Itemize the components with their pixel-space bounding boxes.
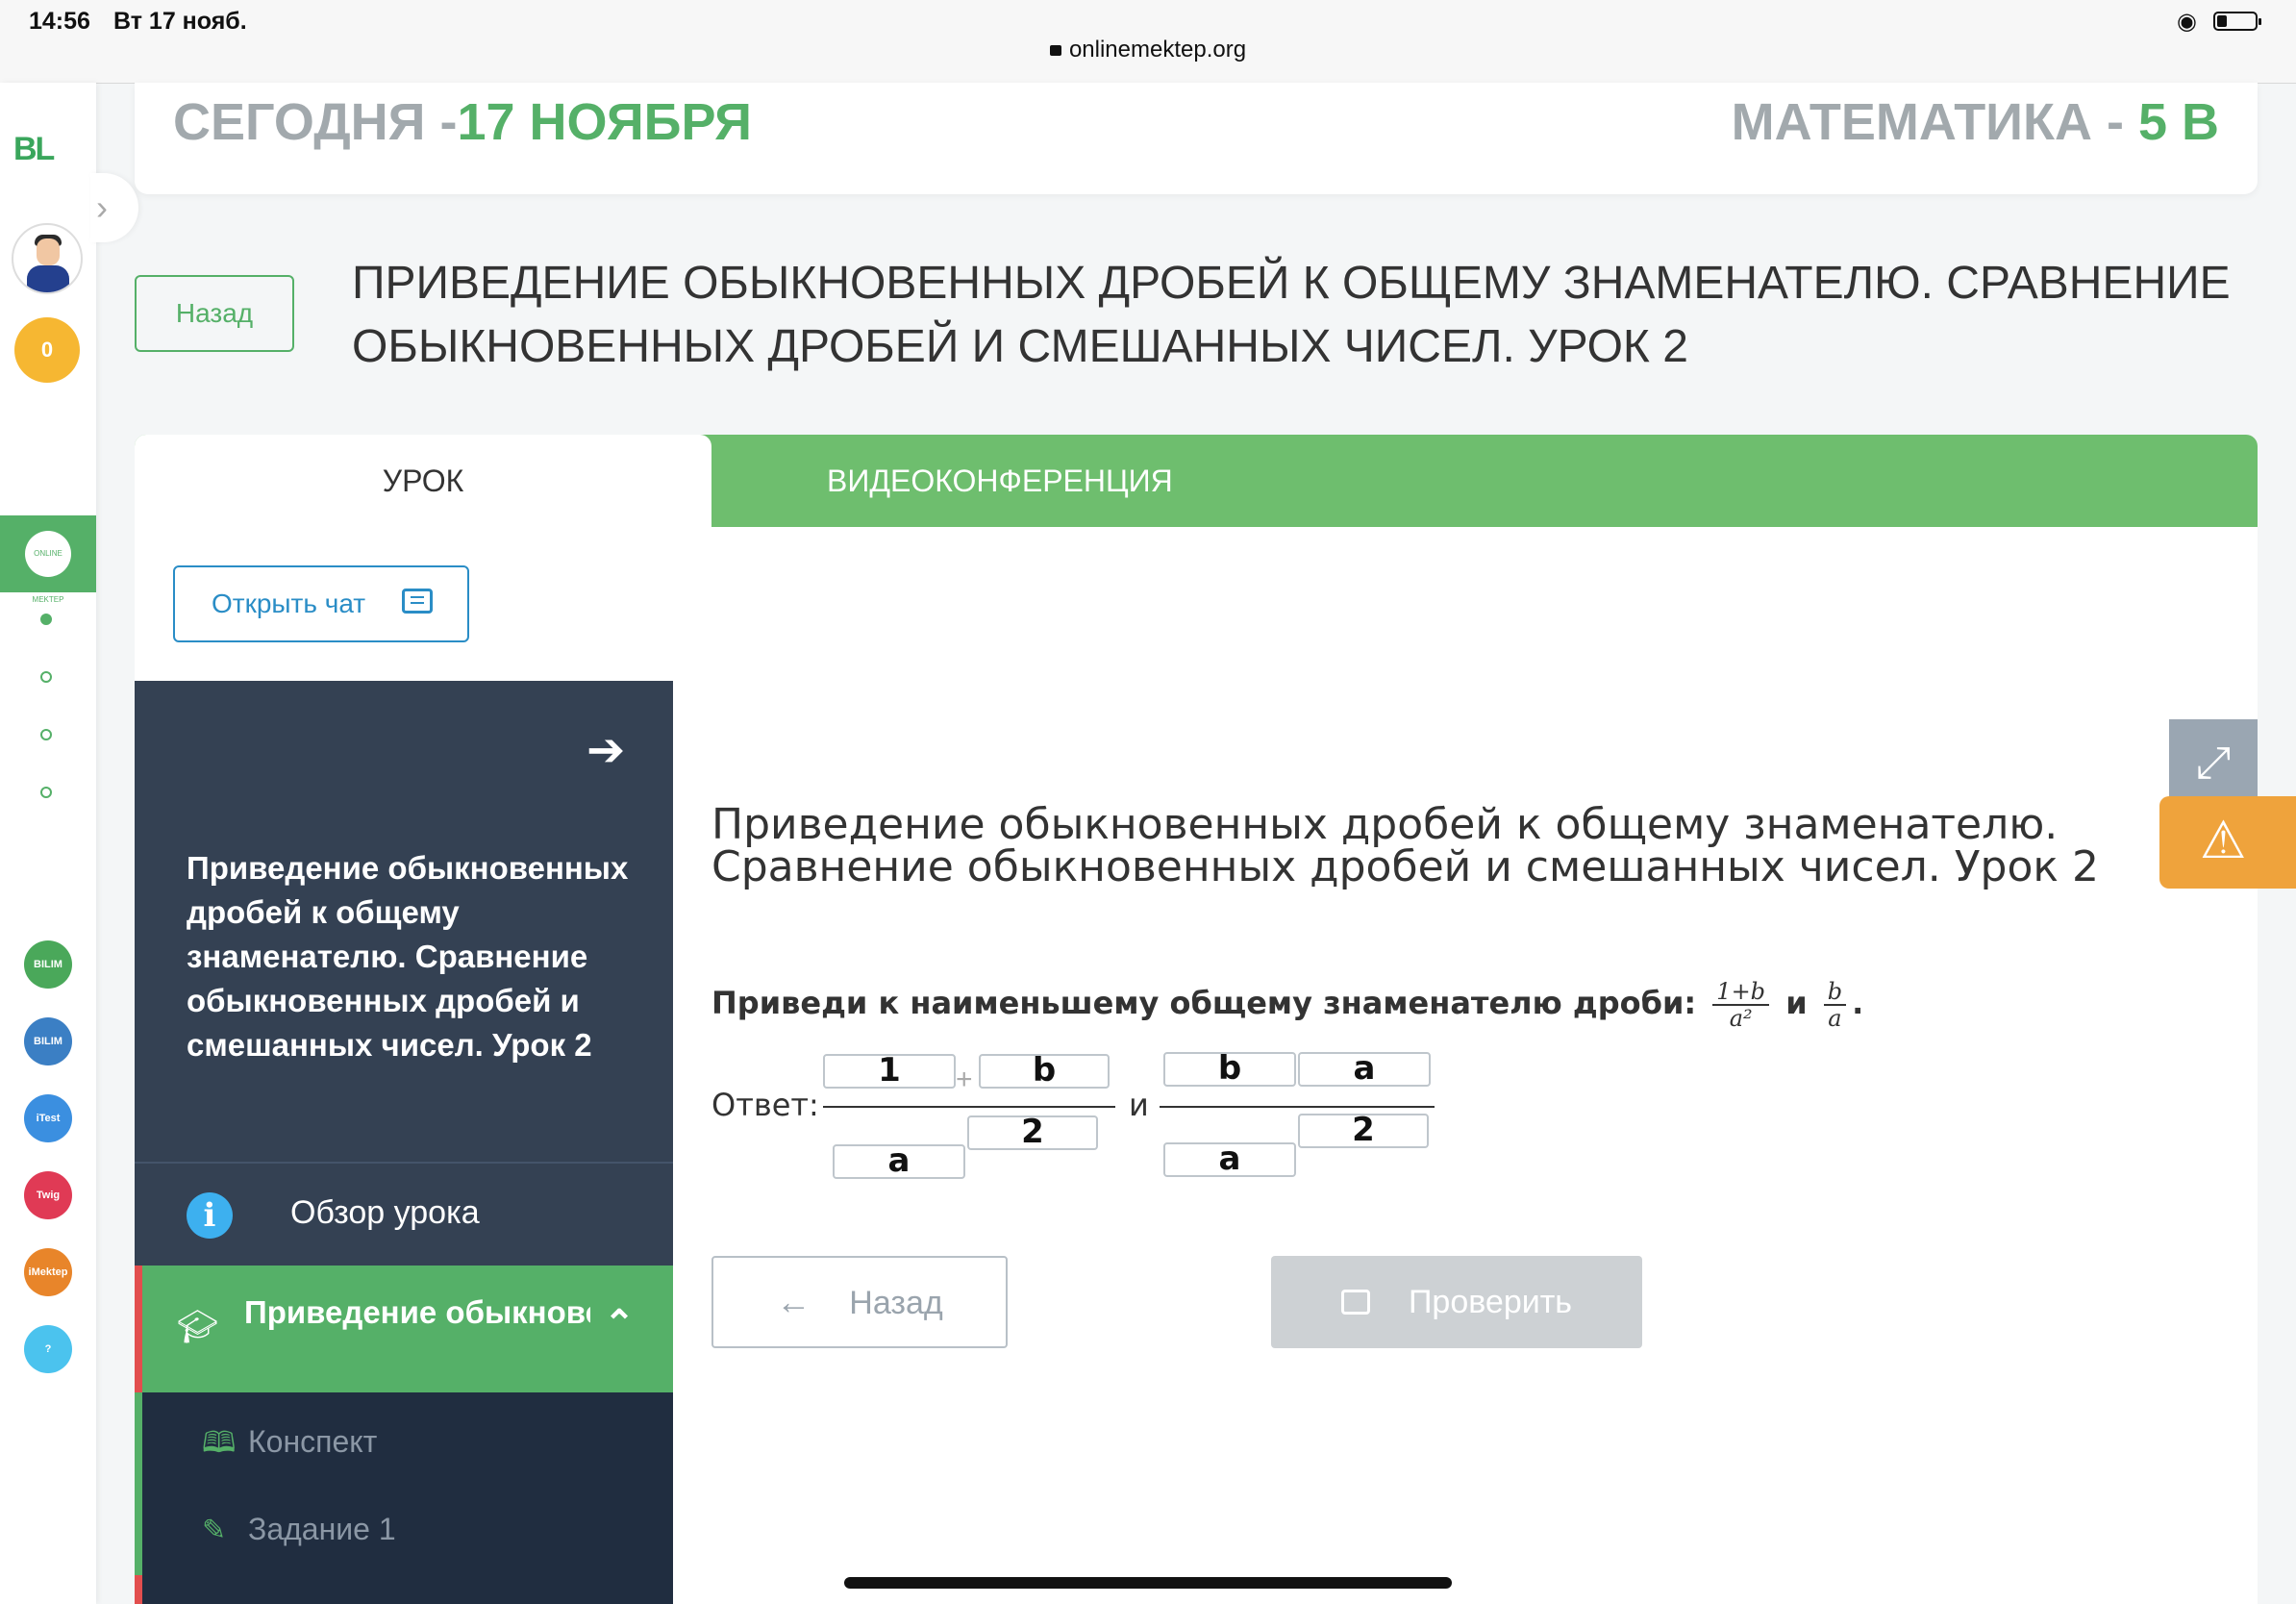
answer-input[interactable]: a	[1163, 1142, 1296, 1177]
class-name: 5 В	[2137, 93, 2219, 151]
answer-input[interactable]: b	[1163, 1052, 1296, 1087]
checkbox-icon	[1340, 1290, 1370, 1315]
tab-videoconference[interactable]: ВИДЕОКОНФЕРЕНЦИЯ	[827, 435, 1173, 527]
conjunction: и	[1785, 985, 1808, 1021]
sidebar-item-label: Задание 1	[248, 1512, 396, 1546]
fullscreen-button[interactable]: ⤢	[2169, 719, 2258, 804]
status-bar: 14:56 Вт 17 нояб. onlinemektep.org ◉	[0, 0, 2296, 84]
sidebar-section-label: Приведение обыкновенных др...	[244, 1294, 590, 1330]
check-button[interactable]: Проверить	[1271, 1256, 1642, 1348]
app-rail: BL 0 ONLINE MEKTEP BILIM Land BILIM Book i…	[0, 83, 96, 1604]
online-mektep-logo: ONLINE MEKTEP	[25, 531, 71, 604]
rail-indicator-dot	[40, 671, 52, 683]
today-date: 17 НОЯБРЯ	[457, 93, 752, 151]
fraction-1: 1+b a²	[1712, 979, 1770, 1031]
sidebar-item-label: Конспект	[248, 1424, 378, 1459]
subject-label: МАТЕМАТИКА - 5 В	[1731, 93, 2219, 151]
rail-app-itest[interactable]: iTest	[24, 1094, 72, 1142]
rail-app-twig[interactable]: Twig	[24, 1171, 72, 1219]
answer-input[interactable]: 1	[823, 1054, 956, 1089]
rail-app-[interactable]: ?	[24, 1325, 72, 1373]
previous-label: Назад	[849, 1285, 943, 1321]
bilimland-logo[interactable]: BL	[13, 131, 55, 168]
graduation-cap-icon: 🎓︎	[177, 1309, 219, 1345]
rail-indicator-dot	[40, 729, 52, 740]
sidebar-item-label: Обзор урока	[290, 1194, 480, 1231]
page-title: ПРИВЕДЕНИЕ ОБЫКНОВЕННЫХ ДРОБЕЙ К ОБЩЕМУ …	[352, 258, 2231, 372]
open-chat-button[interactable]: Открыть чат	[173, 565, 469, 642]
date-subject-header: СЕГОДНЯ -17 НОЯБРЯ МАТЕМАТИКА - 5 В	[135, 83, 2258, 194]
fraction-bar	[1160, 1106, 1435, 1108]
clock: 14:56	[29, 8, 90, 35]
lock-icon	[1049, 45, 1061, 56]
sidebar-marker	[135, 1575, 142, 1604]
book-icon: 🕮︎	[202, 1427, 237, 1459]
rail-item-online-mektep[interactable]: ONLINE MEKTEP	[0, 515, 96, 604]
sidebar-lesson-title: Приведение обыкновенных дробей к общему …	[187, 850, 629, 1063]
edit-icon: ✎	[202, 1515, 227, 1546]
home-indicator	[844, 1577, 1452, 1589]
coins-badge[interactable]: 0	[14, 317, 80, 383]
plus-sign: +	[956, 1064, 973, 1095]
sidebar-item-overview[interactable]: i Обзор урока	[135, 1164, 673, 1266]
fraction-bar	[823, 1106, 1115, 1108]
sidebar-section-active[interactable]: 🎓︎ Приведение обыкновенных др... ⌃	[135, 1266, 673, 1392]
question-text: Приведи к наименьшему общему знаменателю…	[711, 985, 1697, 1021]
date: Вт 17 нояб.	[113, 8, 247, 35]
address-bar[interactable]: onlinemektep.org	[0, 37, 2296, 63]
answer-input[interactable]: 2	[1298, 1114, 1429, 1148]
back-button[interactable]: Назад	[135, 275, 294, 352]
sidebar-item-task-1[interactable]: ✎ Задание 1	[202, 1512, 396, 1547]
previous-button[interactable]: ← Назад	[711, 1256, 1008, 1348]
rail-app-bilim-land[interactable]: BILIM Land	[24, 940, 72, 1018]
check-label: Проверить	[1408, 1284, 1573, 1320]
tab-lesson[interactable]: УРОК	[135, 435, 711, 527]
answer-input[interactable]: 2	[967, 1115, 1098, 1150]
expand-icon: ⤢	[2195, 737, 2232, 787]
sidebar-sublist: 🕮︎ Конспект ✎ Задание 1	[135, 1392, 673, 1604]
info-icon: i	[187, 1192, 233, 1239]
rail-indicator-dot	[40, 614, 52, 625]
arrow-left-icon: ←	[776, 1282, 811, 1321]
today-label: СЕГОДНЯ -17 НОЯБРЯ	[173, 93, 752, 151]
avatar[interactable]	[12, 223, 83, 294]
rail-app-bilim-book[interactable]: BILIM Book	[24, 1017, 72, 1095]
rail-expand-button[interactable]: ›	[90, 173, 138, 242]
open-chat-label: Открыть чат	[212, 589, 366, 618]
answer-input[interactable]: a	[833, 1144, 965, 1179]
arrow-left-icon[interactable]: ➔	[586, 723, 625, 777]
conjunction: и	[1129, 1087, 1149, 1123]
chat-icon	[402, 589, 433, 614]
answer-input[interactable]: b	[979, 1054, 1110, 1089]
rail-app-imektep[interactable]: iMektep	[24, 1248, 72, 1296]
fraction-2: ba	[1823, 979, 1847, 1031]
answer-input[interactable]: a	[1298, 1052, 1431, 1087]
rail-indicator-dot	[40, 787, 52, 798]
chevron-right-icon: ›	[96, 188, 108, 227]
task-title: Приведение обыкновенных дробей к общему …	[711, 800, 2099, 891]
wifi-icon: ◉	[2177, 9, 2197, 35]
answer-label: Ответ:	[711, 1087, 819, 1123]
sidebar-item-konspekt[interactable]: 🕮︎ Конспект	[202, 1421, 377, 1470]
task-question: Приведи к наименьшему общему знаменателю…	[711, 978, 1864, 1032]
battery-icon	[2213, 12, 2261, 31]
chevron-up-icon: ⌃	[604, 1304, 635, 1344]
url-text: onlinemektep.org	[1068, 37, 1247, 63]
